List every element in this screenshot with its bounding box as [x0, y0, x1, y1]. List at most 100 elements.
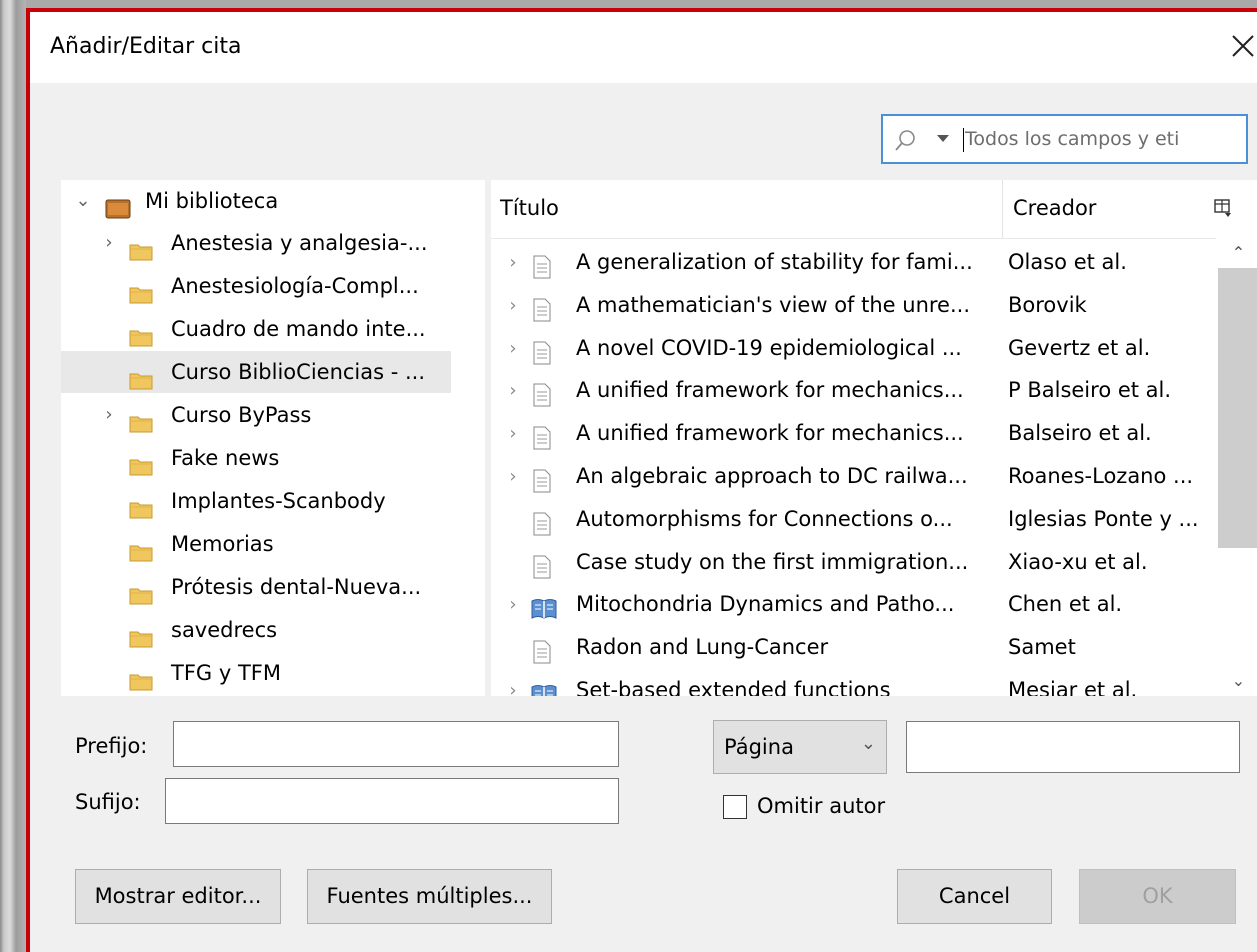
tree-item[interactable]: › Anestesia y analgesia-... — [61, 222, 451, 264]
tree-item-label: savedrecs — [171, 618, 278, 642]
tree-item-label: Memorias — [171, 532, 274, 556]
table-row[interactable]: › Set-based extended functions Mesiar et a… — [491, 669, 1216, 696]
tree-item[interactable]: Prótesis dental-Nueva... — [61, 566, 451, 608]
scroll-down-icon[interactable]: ⌄ — [1216, 666, 1257, 696]
table-row[interactable]: › A mathematician's view of the unre... Bo… — [491, 284, 1216, 327]
collections-tree: ⌄ Mi biblioteca › Anestesia y analgesia-.… — [61, 180, 485, 696]
chevron-right-icon[interactable]: › — [503, 241, 523, 284]
locator-select-value: Página — [724, 735, 794, 759]
tree-item[interactable]: › Curso ByPass — [61, 394, 451, 436]
folder-icon — [129, 276, 153, 304]
prefix-input[interactable] — [173, 721, 619, 767]
document-icon — [531, 294, 555, 322]
tree-item[interactable]: Curso BiblioCiencias - ... — [61, 351, 451, 393]
chevron-right-icon[interactable]: › — [503, 369, 523, 412]
tree-item-my-library[interactable]: ⌄ Mi biblioteca — [61, 180, 451, 222]
book-icon — [531, 679, 557, 696]
omit-author-label[interactable]: Omitir autor — [757, 794, 885, 818]
item-creator: Chen et al. — [1008, 592, 1123, 617]
folder-icon — [129, 405, 153, 433]
items-scrollbar[interactable]: ⌃ ⌄ — [1216, 238, 1257, 696]
tree-item-label: Implantes-Scanbody — [171, 489, 386, 513]
chevron-right-icon[interactable]: › — [99, 394, 119, 436]
tree-item[interactable]: savedrecs — [61, 609, 451, 651]
table-row[interactable]: Radon and Lung-Cancer Samet — [491, 626, 1216, 669]
table-row[interactable]: Automorphisms for Connections o... Iglesi… — [491, 498, 1216, 541]
column-header-creator[interactable]: Creador — [1013, 196, 1096, 220]
column-picker-icon[interactable] — [1213, 198, 1233, 218]
item-title: A generalization of stability for fami..… — [576, 250, 973, 274]
search-input[interactable] — [965, 125, 1240, 153]
search-mode-dropdown-icon[interactable] — [937, 135, 949, 142]
search-icon — [893, 128, 919, 160]
tree-item[interactable]: Cuadro de mando inte... — [61, 308, 451, 350]
suffix-input[interactable] — [165, 778, 619, 824]
table-row[interactable]: › Mitochondria Dynamics and Patho... Chen … — [491, 583, 1216, 626]
item-creator: Balseiro et al. — [1008, 421, 1152, 446]
show-editor-button[interactable]: Mostrar editor... — [75, 869, 281, 924]
folder-icon — [129, 663, 153, 691]
tree-item-label: Prótesis dental-Nueva... — [171, 575, 422, 599]
item-title: An algebraic approach to DC railwa... — [576, 464, 968, 488]
search-box[interactable] — [881, 114, 1248, 164]
tree-item-label: TFG y TFM — [171, 661, 281, 685]
item-title: A unified framework for mechanics... — [576, 378, 964, 403]
tree-item-label: Curso ByPass — [171, 403, 312, 427]
table-row[interactable]: › An algebraic approach to DC railwa... Ro… — [491, 455, 1216, 498]
item-title: A unified framework for mechanics... — [576, 421, 964, 446]
table-row[interactable]: › A novel COVID-19 epidemiological ... Gev… — [491, 327, 1216, 370]
chevron-down-icon: ⌄ — [860, 733, 876, 754]
table-row[interactable]: › A generalization of stability for fami.… — [491, 241, 1216, 284]
items-table: Título Creador › A generalization of stab… — [491, 180, 1257, 696]
multiple-sources-button[interactable]: Fuentes múltiples... — [307, 869, 552, 924]
omit-author-checkbox[interactable] — [723, 795, 747, 819]
item-creator: Xiao-xu et al. — [1008, 549, 1148, 574]
folder-icon — [129, 534, 153, 562]
tree-scrollbar[interactable]: ⌃ ⌄ — [484, 180, 485, 696]
scroll-down-icon[interactable]: ⌄ — [484, 666, 485, 696]
chevron-down-icon[interactable]: ⌄ — [73, 180, 93, 222]
tree-item[interactable]: Implantes-Scanbody — [61, 480, 451, 522]
chevron-right-icon[interactable]: › — [503, 455, 523, 498]
table-row[interactable]: Case study on the first immigration... Xi… — [491, 541, 1216, 584]
close-icon[interactable] — [1227, 28, 1257, 64]
item-creator: Iglesias Ponte y ... — [1008, 506, 1199, 531]
locator-input[interactable] — [906, 721, 1240, 773]
item-title: Automorphisms for Connections o... — [576, 506, 953, 531]
chevron-right-icon[interactable]: › — [99, 222, 119, 264]
item-title: A novel COVID-19 epidemiological ... — [576, 335, 962, 360]
item-creator: Mesiar et al. — [1008, 678, 1138, 696]
item-title: Set-based extended functions — [576, 678, 891, 696]
chevron-right-icon[interactable]: › — [503, 669, 523, 696]
item-title: Case study on the first immigration... — [576, 549, 969, 574]
folder-icon — [129, 448, 153, 476]
scroll-up-icon[interactable]: ⌃ — [1216, 238, 1257, 268]
locator-select[interactable]: Página ⌄ — [713, 720, 887, 774]
chevron-right-icon[interactable]: › — [503, 583, 523, 626]
folder-icon — [129, 319, 153, 347]
item-creator: Roanes-Lozano ... — [1008, 464, 1194, 488]
column-divider[interactable] — [1002, 180, 1003, 238]
chevron-right-icon[interactable]: › — [503, 327, 523, 370]
library-icon — [105, 191, 131, 219]
tree-item-label: Mi biblioteca — [145, 189, 279, 213]
tree-item[interactable]: Memorias — [61, 523, 451, 565]
tree-item-label: Anestesia y analgesia-... — [171, 231, 428, 255]
tree-item[interactable]: Fake news — [61, 437, 451, 479]
tree-item-label: Fake news — [171, 446, 280, 470]
chevron-right-icon[interactable]: › — [503, 284, 523, 327]
scrollbar-thumb[interactable] — [1218, 268, 1257, 548]
folder-icon — [129, 362, 153, 390]
tree-item-label: Anestesiología-Compl... — [171, 274, 419, 298]
document-icon — [531, 251, 555, 279]
cancel-button[interactable]: Cancel — [897, 869, 1052, 924]
tree-item[interactable]: TFG y TFM — [61, 652, 451, 694]
table-row[interactable]: › A unified framework for mechanics... P B… — [491, 369, 1216, 412]
column-header-title[interactable]: Título — [500, 196, 559, 220]
scroll-up-icon[interactable]: ⌃ — [484, 180, 485, 210]
tree-item[interactable]: Anestesiología-Compl... — [61, 265, 451, 307]
ok-button[interactable]: OK — [1079, 869, 1236, 924]
chevron-right-icon[interactable]: › — [503, 412, 523, 455]
text-cursor — [963, 128, 964, 152]
table-row[interactable]: › A unified framework for mechanics... Bal… — [491, 412, 1216, 455]
